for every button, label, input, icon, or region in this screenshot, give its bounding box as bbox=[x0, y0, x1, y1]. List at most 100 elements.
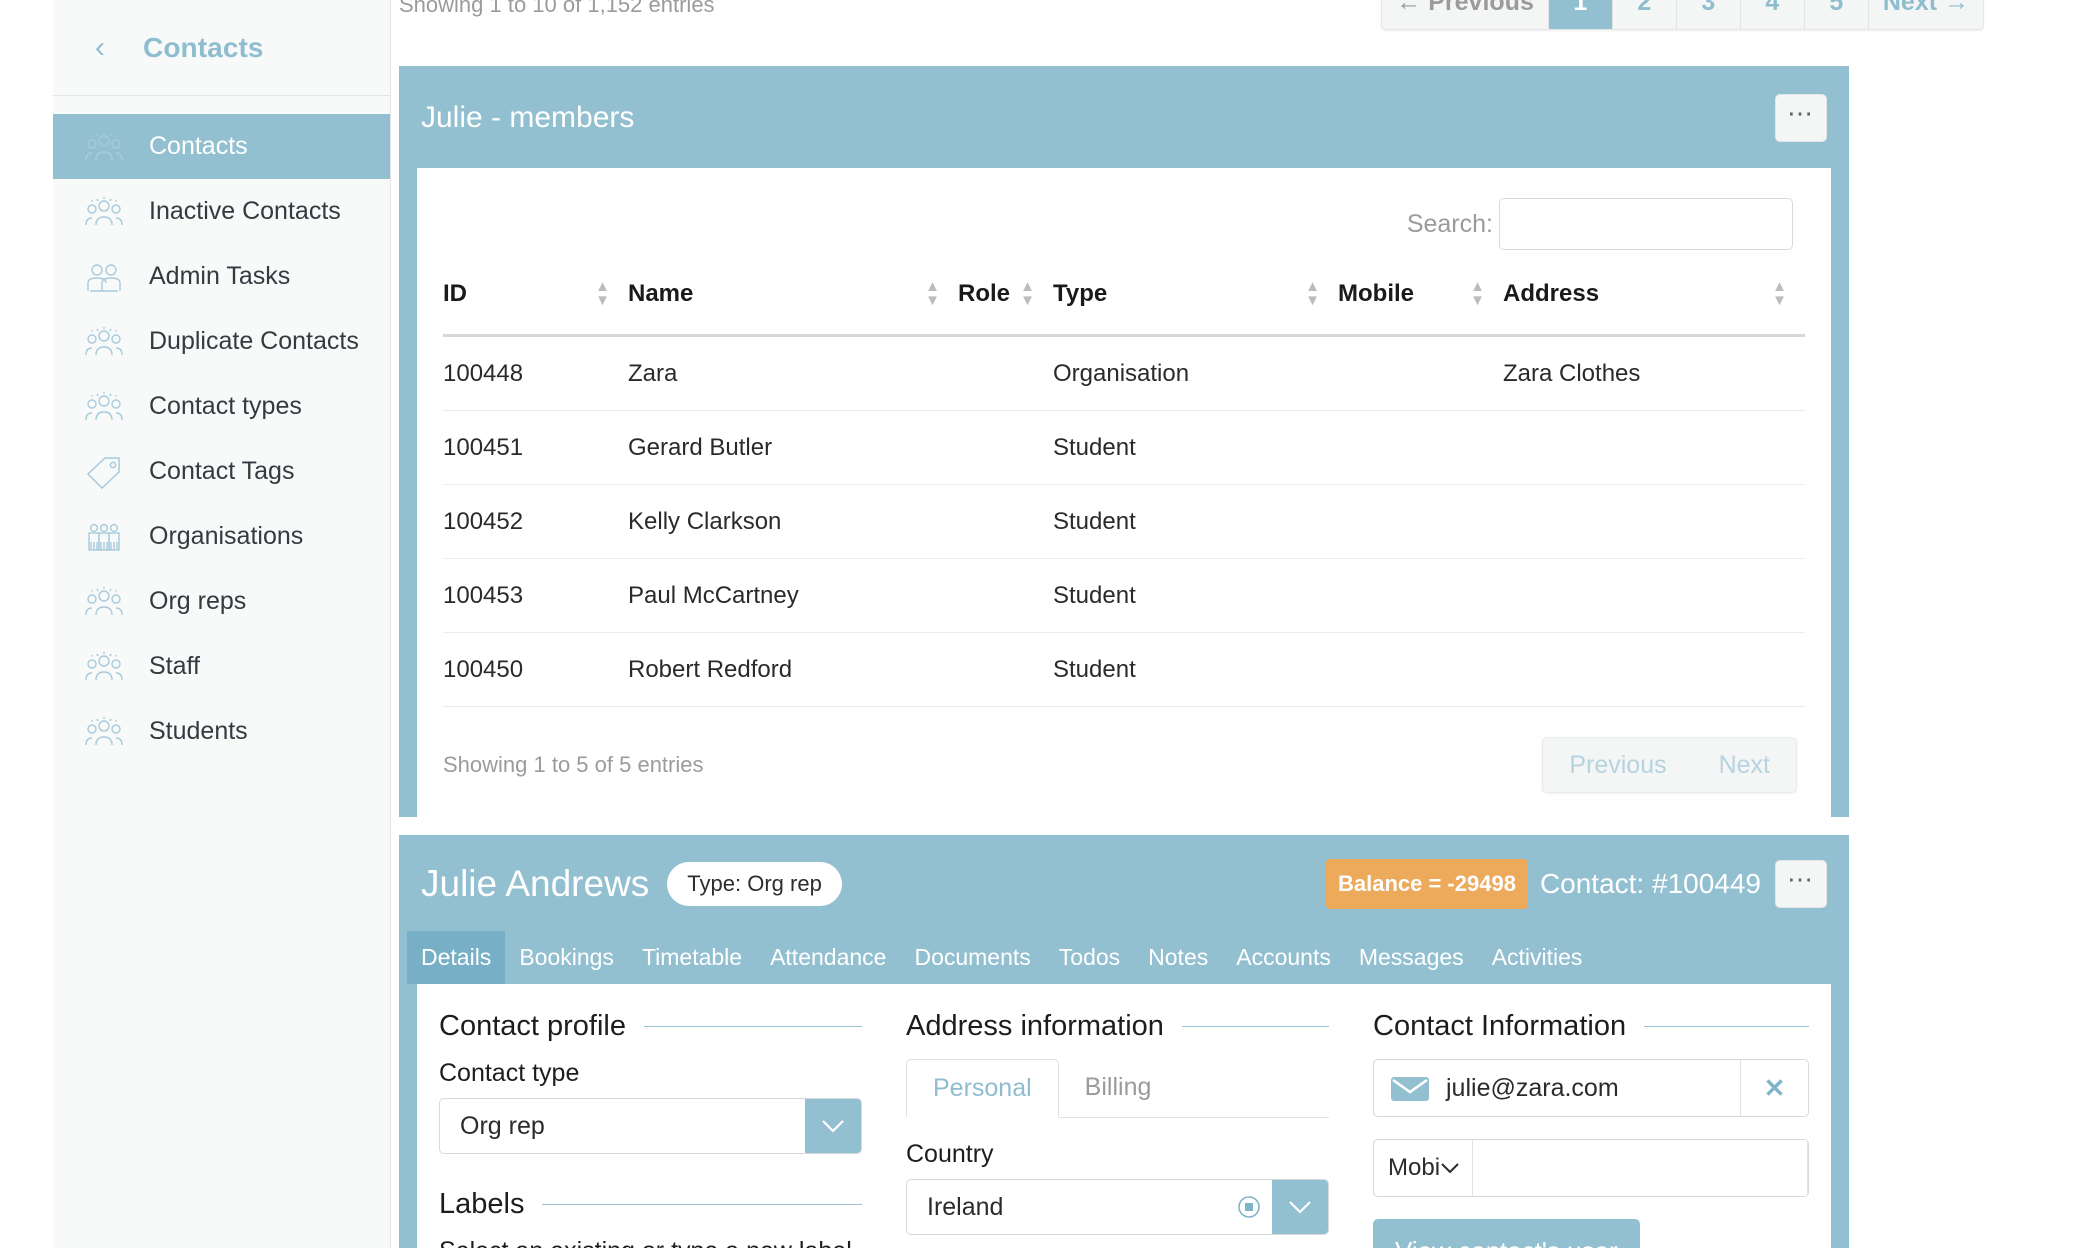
sort-icon-id[interactable]: ▲▼ bbox=[595, 280, 610, 308]
cell-mobile bbox=[1338, 336, 1503, 411]
tab-timetable[interactable]: Timetable bbox=[628, 931, 756, 984]
cell-name: Robert Redford bbox=[628, 633, 958, 707]
labels-heading: Labels bbox=[439, 1188, 862, 1221]
sort-icon-name[interactable]: ▲▼ bbox=[925, 280, 940, 308]
members-table-head: ID ▲▼ Name ▲▼ Role ▲▼ bbox=[443, 280, 1805, 336]
address-information-heading: Address information bbox=[906, 1010, 1329, 1043]
sidebar-item-label: Inactive Contacts bbox=[149, 197, 341, 226]
sort-icon-type[interactable]: ▲▼ bbox=[1305, 280, 1320, 308]
sidebar-item-label: Contact Tags bbox=[149, 457, 294, 486]
column-label-type: Type bbox=[1053, 280, 1107, 307]
sidebar-item-staff[interactable]: Staff bbox=[53, 634, 390, 699]
chevron-down-icon[interactable] bbox=[1272, 1180, 1328, 1234]
column-header-address[interactable]: Address ▲▼ bbox=[1503, 280, 1805, 336]
sidebar-item-students[interactable]: Students bbox=[53, 699, 390, 764]
contact-name: Julie Andrews bbox=[421, 863, 649, 905]
table-row[interactable]: 100451Gerard ButlerStudent bbox=[443, 411, 1805, 485]
sidebar-item-contact-types[interactable]: Contact types bbox=[53, 374, 390, 439]
tab-todos[interactable]: Todos bbox=[1045, 931, 1134, 984]
pagination-next[interactable]: Next → bbox=[1869, 0, 1983, 29]
country-select[interactable]: Ireland bbox=[906, 1179, 1329, 1235]
tab-notes[interactable]: Notes bbox=[1134, 931, 1222, 984]
divider-line bbox=[644, 1026, 862, 1027]
members-header-row: ID ▲▼ Name ▲▼ Role ▲▼ bbox=[443, 280, 1805, 336]
sort-icon-mobile[interactable]: ▲▼ bbox=[1470, 280, 1485, 308]
sidebar-item-admin-tasks[interactable]: Admin Tasks bbox=[53, 244, 390, 309]
phone-input[interactable] bbox=[1473, 1140, 1808, 1196]
column-label-id: ID bbox=[443, 280, 467, 307]
details-tab-content: Contact profile Contact type Org rep Lab… bbox=[417, 984, 1831, 1248]
address-information-title: Address information bbox=[906, 1010, 1164, 1043]
pagination-page-3[interactable]: 3 bbox=[1677, 0, 1741, 29]
pagination-page-5[interactable]: 5 bbox=[1805, 0, 1869, 29]
table-row[interactable]: 100448ZaraOrganisationZara Clothes bbox=[443, 336, 1805, 411]
tab-activities[interactable]: Activities bbox=[1478, 931, 1597, 984]
sidebar-item-org-reps[interactable]: Org reps bbox=[53, 569, 390, 634]
contact-profile-heading: Contact profile bbox=[439, 1010, 862, 1043]
tab-bookings[interactable]: Bookings bbox=[505, 931, 628, 984]
chevron-left-icon[interactable]: ‹ bbox=[95, 33, 105, 63]
people-group-icon bbox=[81, 712, 127, 752]
members-pagination-next[interactable]: Next bbox=[1693, 738, 1796, 792]
people-group-icon bbox=[81, 127, 127, 167]
tab-billing-address[interactable]: Billing bbox=[1059, 1059, 1178, 1117]
column-header-name[interactable]: Name ▲▼ bbox=[628, 280, 958, 336]
contact-ellipsis-icon[interactable]: ⋯ bbox=[1775, 860, 1827, 908]
pagination-previous[interactable]: ← Previous bbox=[1382, 0, 1549, 29]
labels-title: Labels bbox=[439, 1188, 524, 1221]
members-search-input[interactable] bbox=[1499, 198, 1793, 250]
tab-messages[interactable]: Messages bbox=[1345, 931, 1478, 984]
table-row[interactable]: 100453Paul McCartneyStudent bbox=[443, 559, 1805, 633]
sidebar-item-contact-tags[interactable]: Contact Tags bbox=[53, 439, 390, 504]
column-header-id[interactable]: ID ▲▼ bbox=[443, 280, 628, 336]
sidebar-item-contacts[interactable]: Contacts bbox=[53, 114, 390, 179]
tab-attendance[interactable]: Attendance bbox=[756, 931, 900, 984]
sort-icon-address[interactable]: ▲▼ bbox=[1772, 280, 1787, 308]
cell-id: 100451 bbox=[443, 411, 628, 485]
tab-personal-address[interactable]: Personal bbox=[906, 1059, 1059, 1118]
view-contacts-user-button[interactable]: View contact's user bbox=[1373, 1219, 1640, 1248]
tab-documents[interactable]: Documents bbox=[900, 931, 1044, 984]
country-label: Country bbox=[906, 1140, 1329, 1169]
members-pagination-previous[interactable]: Previous bbox=[1543, 738, 1692, 792]
chevron-down-icon[interactable] bbox=[805, 1099, 861, 1153]
table-row[interactable]: 100450Robert RedfordStudent bbox=[443, 633, 1805, 707]
sort-icon-role[interactable]: ▲▼ bbox=[1020, 280, 1035, 308]
tab-accounts[interactable]: Accounts bbox=[1222, 931, 1345, 984]
cell-name: Zara bbox=[628, 336, 958, 411]
sidebar-item-organisations[interactable]: Organisations bbox=[53, 504, 390, 569]
cell-address bbox=[1503, 485, 1805, 559]
members-table-footer: Showing 1 to 5 of 5 entries Previous Nex… bbox=[443, 707, 1805, 811]
contact-tabs: DetailsBookingsTimetableAttendanceDocume… bbox=[399, 917, 1849, 984]
contact-number: Contact: #100449 bbox=[1540, 868, 1761, 900]
cell-type: Student bbox=[1053, 485, 1338, 559]
contact-header-right: Balance = -29498 Contact: #100449 ⋯ bbox=[1326, 859, 1827, 909]
people-group-icon bbox=[81, 192, 127, 232]
sidebar-item-label: Contacts bbox=[149, 132, 248, 161]
cell-type: Student bbox=[1053, 411, 1338, 485]
sidebar-item-duplicate-contacts[interactable]: Duplicate Contacts bbox=[53, 309, 390, 374]
cell-id: 100453 bbox=[443, 559, 628, 633]
column-header-role[interactable]: Role ▲▼ bbox=[958, 280, 1053, 336]
contact-type-select[interactable]: Org rep bbox=[439, 1098, 862, 1154]
clear-country-icon[interactable] bbox=[1226, 1180, 1272, 1234]
phone-type-select[interactable]: Mobi bbox=[1374, 1140, 1473, 1196]
cell-mobile bbox=[1338, 411, 1503, 485]
ellipsis-icon[interactable]: ⋯ bbox=[1775, 94, 1827, 142]
cell-type: Student bbox=[1053, 559, 1338, 633]
sidebar-item-inactive-contacts[interactable]: Inactive Contacts bbox=[53, 179, 390, 244]
table-row[interactable]: 100452Kelly ClarksonStudent bbox=[443, 485, 1805, 559]
column-header-type[interactable]: Type ▲▼ bbox=[1053, 280, 1338, 336]
email-row: julie@zara.com ✕ bbox=[1373, 1059, 1809, 1117]
close-icon[interactable]: ✕ bbox=[1740, 1060, 1808, 1116]
pagination-page-2[interactable]: 2 bbox=[1613, 0, 1677, 29]
column-header-mobile[interactable]: Mobile ▲▼ bbox=[1338, 280, 1503, 336]
pagination-page-1[interactable]: 1 bbox=[1549, 0, 1613, 29]
cell-id: 100450 bbox=[443, 633, 628, 707]
top-pagination: ← Previous 1 2 3 4 5 Next → bbox=[1381, 0, 1984, 30]
tab-details[interactable]: Details bbox=[407, 931, 505, 984]
divider-line bbox=[542, 1204, 862, 1205]
people-pair-icon bbox=[81, 257, 127, 297]
pagination-page-4[interactable]: 4 bbox=[1741, 0, 1805, 29]
add-phone-button[interactable]: Add bbox=[1808, 1140, 1809, 1196]
